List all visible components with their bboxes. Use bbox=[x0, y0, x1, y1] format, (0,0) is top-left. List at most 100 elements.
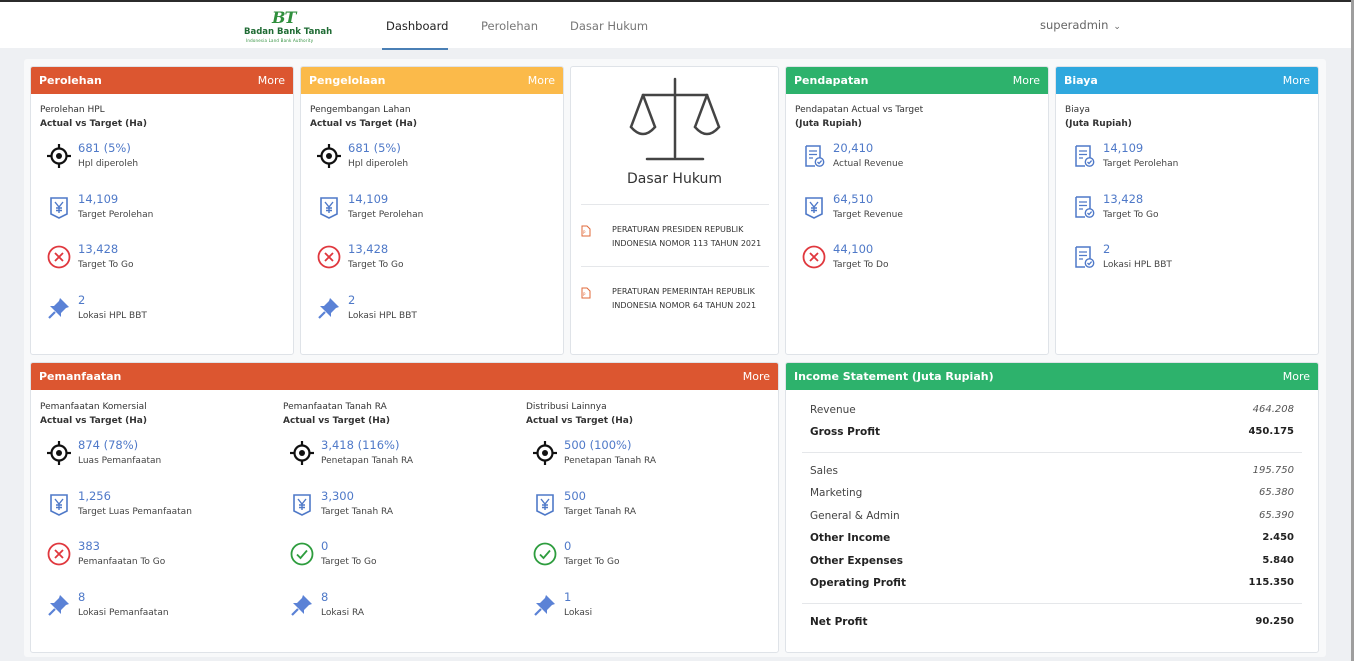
stat-label: Hpl diperoleh bbox=[348, 159, 409, 169]
card-income-statement: Income Statement (Juta Rupiah) More Reven… bbox=[785, 362, 1319, 653]
pdf-icon: P bbox=[581, 287, 591, 299]
stat-value[interactable]: 3,300 bbox=[321, 489, 354, 503]
x-circle-icon bbox=[801, 244, 827, 270]
tab-perolehan[interactable]: Perolehan bbox=[481, 19, 538, 33]
stat-value[interactable]: 64,510 bbox=[833, 192, 873, 206]
section-title: Distribusi Lainnya Actual vs Target (Ha) bbox=[526, 400, 633, 428]
income-value: 65.390 bbox=[1259, 510, 1294, 521]
income-value: 195.750 bbox=[1252, 465, 1294, 476]
document-title: PERATURAN PRESIDEN REPUBLIK INDONESIA NO… bbox=[612, 225, 762, 248]
stat-value[interactable]: 20,410 bbox=[833, 141, 873, 155]
stat-value[interactable]: 13,428 bbox=[1103, 192, 1143, 206]
stat-item-lokasi-hpl-bbt: 2 Lokasi HPL BBT bbox=[1071, 242, 1271, 284]
chevron-down-icon: ⌄ bbox=[1113, 22, 1121, 32]
user-menu[interactable]: superadmin ⌄ bbox=[1040, 18, 1121, 32]
stat-value[interactable]: 14,109 bbox=[78, 192, 118, 206]
card-pendapatan: Pendapatan More Pendapatan Actual vs Targ… bbox=[785, 66, 1049, 355]
stat-label: Hpl diperoleh bbox=[78, 159, 139, 169]
more-link[interactable]: More bbox=[743, 370, 770, 383]
logo[interactable]: BT Badan Bank Tanah Indonesia Land Bank … bbox=[244, 8, 332, 44]
income-label: Other Expenses bbox=[810, 555, 904, 567]
income-row-other-income: Other Income 2.450 bbox=[810, 532, 1294, 544]
stat-value[interactable]: 0 bbox=[564, 539, 571, 553]
income-value: 464.208 bbox=[1252, 404, 1294, 415]
card-header: Pemanfaatan More bbox=[31, 363, 778, 390]
card-header: Biaya More bbox=[1056, 67, 1318, 94]
stat-value[interactable]: 1,256 bbox=[78, 489, 111, 503]
x-circle-icon bbox=[316, 244, 342, 270]
income-label: Operating Profit bbox=[810, 577, 906, 589]
income-value: 2.450 bbox=[1262, 532, 1294, 543]
stat-value[interactable]: 383 bbox=[78, 539, 100, 553]
stat-value[interactable]: 874 (78%) bbox=[78, 438, 138, 452]
card-pemanfaatan: Pemanfaatan More Pemanfaatan Komersial Act… bbox=[30, 362, 779, 653]
stat-label: Target Tanah RA bbox=[321, 506, 394, 517]
income-label: General & Admin bbox=[810, 510, 900, 522]
active-tab-indicator bbox=[382, 48, 448, 50]
yen-badge-icon bbox=[316, 194, 342, 220]
stat-value[interactable]: 8 bbox=[321, 590, 328, 604]
stat-label: Target To Go bbox=[564, 557, 620, 567]
yen-badge-icon bbox=[532, 491, 558, 517]
more-link[interactable]: More bbox=[528, 74, 555, 87]
check-circle-icon bbox=[289, 541, 315, 567]
pin-icon bbox=[46, 295, 72, 321]
tab-dashboard[interactable]: Dashboard bbox=[386, 19, 448, 33]
more-link[interactable]: More bbox=[1013, 74, 1040, 87]
stat-value[interactable]: 2 bbox=[78, 293, 85, 307]
stat-value[interactable]: 500 bbox=[564, 489, 586, 503]
stat-label: Target Perolehan bbox=[1103, 159, 1179, 169]
stat-item-target-perolehan: 14,109 Target Perolehan bbox=[1071, 141, 1271, 183]
more-link[interactable]: More bbox=[1283, 370, 1310, 383]
stat-label: Actual Revenue bbox=[833, 159, 904, 169]
income-value: 115.350 bbox=[1248, 577, 1294, 588]
stat-item-target-to-go: 13,428 Target To Go bbox=[316, 242, 516, 284]
section-subheading: (Juta Rupiah) bbox=[795, 119, 862, 129]
stat-label: Penetapan Tanah RA bbox=[321, 456, 414, 466]
income-label: Net Profit bbox=[810, 616, 868, 628]
yen-badge-icon bbox=[801, 194, 827, 220]
pin-icon bbox=[46, 592, 72, 618]
stat-value[interactable]: 3,418 (116%) bbox=[321, 438, 399, 452]
more-link[interactable]: More bbox=[258, 74, 285, 87]
target-icon bbox=[532, 440, 558, 466]
stat-label: Target To Go bbox=[321, 557, 377, 567]
income-row-operating-profit: Operating Profit 115.350 bbox=[810, 577, 1294, 589]
more-link[interactable]: More bbox=[1283, 74, 1310, 87]
stat-value[interactable]: 13,428 bbox=[78, 242, 118, 256]
stat-value[interactable]: 681 (5%) bbox=[348, 141, 401, 155]
section-subheading: Actual vs Target (Ha) bbox=[40, 119, 147, 129]
stat-value[interactable]: 14,109 bbox=[348, 192, 388, 206]
tab-dasar-hukum[interactable]: Dasar Hukum bbox=[570, 19, 648, 33]
stat-value[interactable]: 500 (100%) bbox=[564, 438, 631, 452]
stat-value[interactable]: 44,100 bbox=[833, 242, 873, 256]
stat-label: Lokasi HPL BBT bbox=[1103, 260, 1172, 270]
section-title: Perolehan HPL Actual vs Target (Ha) bbox=[40, 103, 147, 131]
stat-item-target-to-go: 0 Target To Go bbox=[532, 539, 732, 581]
income-value: 450.175 bbox=[1248, 426, 1294, 437]
stat-item-target-tanah-ra: 500 Target Tanah RA bbox=[532, 489, 732, 531]
divider bbox=[802, 603, 1302, 604]
stat-value[interactable]: 2 bbox=[1103, 242, 1110, 256]
x-circle-icon bbox=[46, 541, 72, 567]
stat-label: Lokasi HPL BBT bbox=[78, 310, 147, 321]
section-title: Pemanfaatan Tanah RA Actual vs Target (Ha… bbox=[283, 400, 390, 428]
stat-value[interactable]: 1 bbox=[564, 590, 571, 604]
section-heading: Pengembangan Lahan bbox=[310, 105, 411, 115]
stat-value[interactable]: 13,428 bbox=[348, 242, 388, 256]
logo-subtitle: Indonesia Land Bank Authority bbox=[246, 38, 314, 43]
stat-value[interactable]: 0 bbox=[321, 539, 328, 553]
stat-item-lokasi-pemanfaatan: 8 Lokasi Pemanfaatan bbox=[46, 590, 246, 632]
yen-badge-icon bbox=[46, 491, 72, 517]
stat-value[interactable]: 14,109 bbox=[1103, 141, 1143, 155]
scales-icon bbox=[629, 77, 721, 161]
stat-value[interactable]: 8 bbox=[78, 590, 85, 604]
stat-value[interactable]: 2 bbox=[348, 293, 355, 307]
pdf-icon: P bbox=[581, 225, 591, 237]
stat-value[interactable]: 681 (5%) bbox=[78, 141, 131, 155]
stat-item-luas-pemanfaatan: 874 (78%) Luas Pemanfaatan bbox=[46, 438, 246, 480]
stat-label: Target Luas Pemanfaatan bbox=[78, 506, 192, 517]
stat-item-lokasi-hpl-bbt: 2 Lokasi HPL BBT bbox=[316, 293, 516, 335]
x-circle-icon bbox=[46, 244, 72, 270]
stat-item-target-to-do: 44,100 Target To Do bbox=[801, 242, 1001, 284]
